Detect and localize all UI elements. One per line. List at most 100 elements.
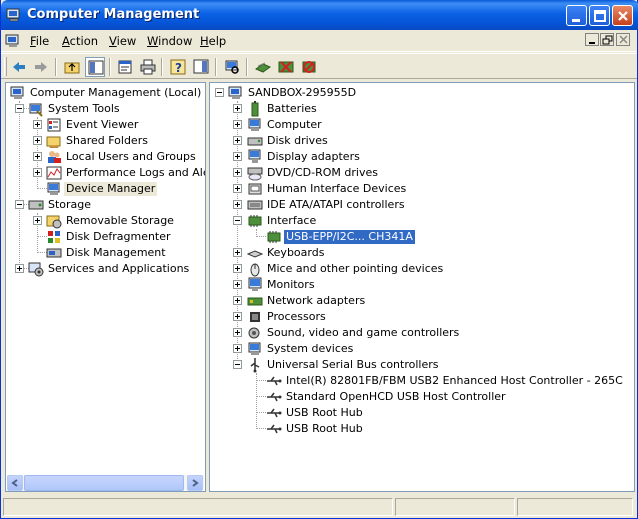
show-hide-tree-icon[interactable]	[85, 57, 105, 77]
tree-item-label: Performance Logs and Alerts	[66, 166, 205, 179]
toolbar-separator	[215, 58, 217, 76]
expand-toggle[interactable]	[233, 200, 242, 209]
toolbar-separator	[161, 58, 163, 76]
collapse-toggle[interactable]	[15, 104, 24, 113]
uninstall-device-icon[interactable]	[299, 57, 319, 77]
category-label: DVD/CD-ROM drives	[267, 166, 378, 179]
forward-icon[interactable]	[31, 57, 51, 77]
expand-toggle[interactable]	[233, 104, 242, 113]
category-label: System devices	[267, 342, 354, 355]
menu-window[interactable]: Window	[147, 34, 192, 48]
tree-item-label: Services and Applications	[48, 262, 190, 275]
status-panel-secondary	[395, 498, 515, 516]
scroll-right-button[interactable]	[187, 475, 203, 491]
computer-icon	[247, 117, 263, 133]
expand-toggle[interactable]	[233, 312, 242, 321]
expand-toggle[interactable]	[233, 264, 242, 273]
minimize-button[interactable]	[566, 5, 587, 26]
device-label: USB-EPP/I2C... CH341A	[283, 229, 416, 245]
expand-toggle[interactable]	[233, 120, 242, 129]
processor-icon	[247, 309, 263, 325]
collapse-toggle[interactable]	[233, 216, 242, 225]
collapse-toggle[interactable]	[15, 200, 24, 209]
mdi-minimize-button[interactable]	[585, 33, 599, 46]
category-label: Display adapters	[267, 150, 360, 163]
expand-toggle[interactable]	[233, 248, 242, 257]
expand-toggle[interactable]	[233, 328, 242, 337]
mdi-close-button[interactable]	[616, 33, 630, 46]
computer-management-icon	[10, 85, 26, 101]
toolbar-separator	[246, 58, 248, 76]
status-panel-tertiary	[517, 498, 633, 516]
scroll-thumb[interactable]	[24, 475, 184, 491]
tree-item-label: System Tools	[48, 102, 120, 115]
cd-drive-icon	[247, 165, 263, 181]
computer-management-icon	[6, 7, 22, 23]
event-viewer-icon	[46, 117, 62, 133]
expand-toggle[interactable]	[233, 184, 242, 193]
expand-toggle[interactable]	[233, 168, 242, 177]
disk-management-icon	[46, 245, 62, 261]
help-icon[interactable]: ?	[168, 57, 188, 77]
expand-toggle[interactable]	[33, 120, 42, 129]
expand-toggle[interactable]	[233, 280, 242, 289]
tree-item-label: Computer Management (Local)	[30, 86, 202, 99]
display-adapter-icon	[247, 149, 263, 165]
tree-item-label: Disk Management	[66, 246, 166, 259]
device-label: USB Root Hub	[286, 422, 363, 435]
system-menu-icon[interactable]	[5, 33, 21, 49]
expand-toggle[interactable]	[33, 152, 42, 161]
expand-toggle[interactable]	[233, 152, 242, 161]
show-hide-action-pane-icon[interactable]	[191, 57, 211, 77]
horizontal-scrollbar[interactable]	[7, 474, 204, 491]
usb-icon	[266, 405, 282, 421]
device-label: Standard OpenHCD USB Host Controller	[286, 390, 506, 403]
tree-item-label: Disk Defragmenter	[66, 230, 171, 243]
back-icon[interactable]	[9, 57, 29, 77]
menu-file[interactable]: File	[30, 34, 49, 48]
scroll-left-button[interactable]	[7, 475, 23, 491]
expand-toggle[interactable]	[233, 296, 242, 305]
print-icon[interactable]	[138, 57, 158, 77]
collapse-toggle[interactable]	[215, 88, 224, 97]
usb-icon	[247, 357, 263, 373]
removable-storage-icon	[46, 213, 62, 229]
expand-toggle[interactable]	[33, 136, 42, 145]
disable-device-icon[interactable]	[276, 57, 296, 77]
up-folder-icon[interactable]	[62, 57, 82, 77]
tree-item-label: Event Viewer	[66, 118, 139, 131]
expand-toggle[interactable]	[233, 344, 242, 353]
expand-toggle[interactable]	[33, 168, 42, 177]
device-label: Intel(R) 82801FB/FBM USB2 Enhanced Host …	[286, 374, 623, 387]
tree-item-label: Local Users and Groups	[66, 150, 196, 163]
menu-bar: File Action View Window Help	[1, 30, 637, 52]
category-label: Human Interface Devices	[267, 182, 407, 195]
tree-item-label: Removable Storage	[66, 214, 174, 227]
performance-logs-icon	[46, 165, 62, 181]
shared-folder-icon	[46, 133, 62, 149]
tree-item-label: Shared Folders	[66, 134, 148, 147]
chip-icon	[266, 229, 282, 245]
category-label: Computer	[267, 118, 322, 131]
expand-toggle[interactable]	[233, 136, 242, 145]
toolbar-grip[interactable]	[4, 57, 7, 76]
menu-action[interactable]: Action	[62, 34, 98, 48]
title-bar[interactable]: Computer Management	[1, 0, 638, 30]
usb-icon	[266, 421, 282, 437]
collapse-toggle[interactable]	[233, 360, 242, 369]
keyboard-icon	[246, 245, 264, 261]
device-tree-pane[interactable]: SANDBOX-295955D Batteries Computer Disk …	[209, 82, 635, 492]
category-label: Network adapters	[267, 294, 366, 307]
system-tools-icon	[28, 101, 44, 117]
expand-toggle[interactable]	[33, 216, 42, 225]
console-tree-pane[interactable]: Computer Management (Local) System Tools…	[5, 82, 206, 492]
menu-help[interactable]: Help	[200, 34, 226, 48]
expand-toggle[interactable]	[15, 264, 24, 273]
mdi-restore-button[interactable]	[600, 33, 614, 46]
close-button[interactable]	[612, 5, 633, 26]
properties-icon[interactable]	[115, 57, 135, 77]
maximize-button[interactable]	[589, 5, 610, 26]
menu-view[interactable]: View	[109, 34, 136, 48]
update-driver-icon[interactable]	[253, 57, 273, 77]
scan-hardware-icon[interactable]	[222, 57, 242, 77]
